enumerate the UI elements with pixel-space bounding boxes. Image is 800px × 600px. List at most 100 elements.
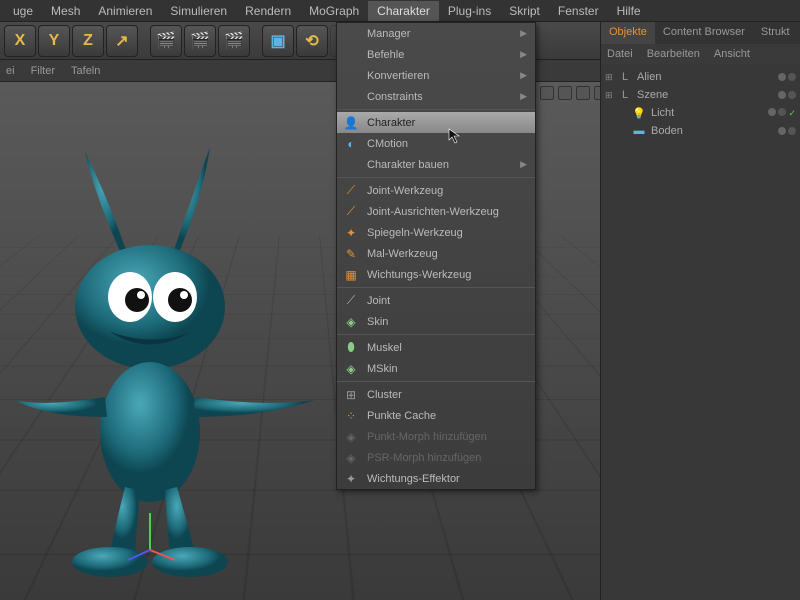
viewport-icon[interactable] — [540, 86, 554, 100]
menu-item-konvertieren[interactable]: Konvertieren▶ — [337, 65, 535, 86]
menu-item-icon: ⟋ — [343, 183, 359, 199]
tree-item-label: Licht — [651, 107, 674, 119]
axis-gizmo[interactable] — [120, 505, 180, 565]
visibility-dots[interactable] — [778, 91, 796, 99]
menu-skript[interactable]: Skript — [500, 1, 549, 21]
menu-item-cluster[interactable]: ⊞Cluster — [337, 384, 535, 405]
menu-item-skin[interactable]: ◈Skin — [337, 311, 535, 332]
visibility-dots[interactable]: ✓ — [768, 108, 796, 119]
menu-item-icon: ✎ — [343, 246, 359, 262]
subtab-ansicht[interactable]: Ansicht — [714, 48, 750, 60]
expand-icon[interactable]: ⊞ — [605, 72, 617, 83]
axis-z-button[interactable]: Z — [72, 25, 104, 57]
menu-item-icon: ⟋ — [343, 204, 359, 220]
render-button-2[interactable]: 🎬 — [184, 25, 216, 57]
tree-row-licht[interactable]: 💡Licht✓ — [605, 104, 796, 122]
menu-item-label: Joint — [367, 295, 390, 307]
menu-item-label: Joint-Werkzeug — [367, 185, 443, 197]
menu-item-icon: ⬮ — [343, 340, 359, 356]
menu-item-icon — [343, 26, 359, 42]
tab-content-browser[interactable]: Content Browser — [655, 22, 753, 44]
charakter-dropdown: Manager▶Befehle▶Konvertieren▶Constraints… — [336, 22, 536, 490]
menu-item-joint-werkzeug[interactable]: ⟋ Joint-Werkzeug — [337, 180, 535, 201]
menu-item-icon: ◈ — [343, 314, 359, 330]
visibility-dots[interactable] — [778, 73, 796, 81]
menu-item-label: Mal-Werkzeug — [367, 248, 438, 260]
menu-item-label: Cluster — [367, 389, 402, 401]
menu-item-manager[interactable]: Manager▶ — [337, 23, 535, 44]
menu-item-cmotion[interactable]: ◐CMotion — [337, 133, 535, 154]
menu-plug-ins[interactable]: Plug-ins — [439, 1, 500, 21]
tree-row-boden[interactable]: ▬Boden — [605, 122, 796, 140]
menu-item-icon: ▦ — [343, 267, 359, 283]
menu-item-muskel[interactable]: ⬮ Muskel — [337, 337, 535, 358]
menu-item-joint[interactable]: ⟋Joint — [337, 290, 535, 311]
menu-item-label: Punkte Cache — [367, 410, 436, 422]
subtab-datei[interactable]: Datei — [607, 48, 633, 60]
menu-animieren[interactable]: Animieren — [89, 1, 161, 21]
render-button-1[interactable]: 🎬 — [150, 25, 182, 57]
tree-item-icon: L — [617, 70, 633, 84]
menu-item-icon: ◈ — [343, 450, 359, 466]
menu-item-befehle[interactable]: Befehle▶ — [337, 44, 535, 65]
toolbar2-item[interactable]: ei — [6, 65, 15, 77]
menu-item-label: Spiegeln-Werkzeug — [367, 227, 463, 239]
tool-button[interactable]: ↗ — [106, 25, 138, 57]
tree-item-icon: L — [617, 88, 633, 102]
tree-row-szene[interactable]: ⊞L Szene — [605, 86, 796, 104]
tab-objekte[interactable]: Objekte — [601, 22, 655, 44]
menu-mesh[interactable]: Mesh — [42, 1, 89, 21]
menu-item-wichtungs-werkzeug[interactable]: ▦ Wichtungs-Werkzeug — [337, 264, 535, 285]
menu-item-icon: ◈ — [343, 429, 359, 445]
menu-item-constraints[interactable]: Constraints▶ — [337, 86, 535, 107]
spline-button[interactable]: ⟲ — [296, 25, 328, 57]
subtab-bearbeiten[interactable]: Bearbeiten — [647, 48, 700, 60]
menu-item-label: Charakter bauen — [367, 159, 449, 171]
menu-fenster[interactable]: Fenster — [549, 1, 608, 21]
menu-item-joint-ausrichten-werkzeug[interactable]: ⟋ Joint-Ausrichten-Werkzeug — [337, 201, 535, 222]
toolbar2-panels[interactable]: Tafeln — [71, 65, 100, 77]
menu-hilfe[interactable]: Hilfe — [608, 1, 650, 21]
menu-item-label: Joint-Ausrichten-Werkzeug — [367, 206, 499, 218]
menu-item-spiegeln-werkzeug[interactable]: ✦Spiegeln-Werkzeug — [337, 222, 535, 243]
menu-item-label: Charakter — [367, 117, 415, 129]
menu-item-icon — [343, 47, 359, 63]
tree-item-label: Szene — [637, 89, 668, 101]
axis-y-button[interactable]: Y — [38, 25, 70, 57]
menu-item-mskin[interactable]: ◈MSkin — [337, 358, 535, 379]
menu-item-wichtungs-effektor[interactable]: ✦Wichtungs-Effektor — [337, 468, 535, 489]
cube-button[interactable]: ▣ — [262, 25, 294, 57]
menu-charakter[interactable]: Charakter — [368, 1, 439, 21]
viewport-icon[interactable] — [558, 86, 572, 100]
expand-icon[interactable]: ⊞ — [605, 90, 617, 101]
viewport-icon[interactable] — [576, 86, 590, 100]
axis-x-button[interactable]: X — [4, 25, 36, 57]
menu-item-charakter[interactable]: 👤Charakter — [337, 112, 535, 133]
menu-rendern[interactable]: Rendern — [236, 1, 300, 21]
menu-item-charakter-bauen[interactable]: Charakter bauen ▶ — [337, 154, 535, 175]
panel-subtabs: Datei Bearbeiten Ansicht — [601, 44, 800, 64]
cursor-icon — [448, 128, 464, 144]
menu-item-mal-werkzeug[interactable]: ✎ Mal-Werkzeug — [337, 243, 535, 264]
visibility-dots[interactable] — [778, 127, 796, 135]
toolbar2-filter[interactable]: Filter — [31, 65, 55, 77]
menu-item-icon: ⁘ — [343, 408, 359, 424]
tree-item-label: Alien — [637, 71, 661, 83]
menu-item-label: Muskel — [367, 342, 402, 354]
menu-item-punkt-morph-hinzuf-gen: ◈Punkt-Morph hinzufügen — [337, 426, 535, 447]
menu-uge[interactable]: uge — [4, 1, 42, 21]
menu-mograph[interactable]: MoGraph — [300, 1, 368, 21]
menu-simulieren[interactable]: Simulieren — [161, 1, 236, 21]
menu-item-label: Wichtungs-Werkzeug — [367, 269, 471, 281]
viewport-icons — [540, 86, 608, 100]
menu-item-icon: ◈ — [343, 361, 359, 377]
tab-strukt[interactable]: Strukt — [753, 22, 798, 44]
tree-row-alien[interactable]: ⊞L Alien — [605, 68, 796, 86]
submenu-arrow-icon: ▶ — [520, 159, 527, 170]
menu-item-icon — [343, 89, 359, 105]
menu-item-punkte-cache[interactable]: ⁘ Punkte Cache — [337, 405, 535, 426]
submenu-arrow-icon: ▶ — [520, 70, 527, 81]
main-menubar: ugeMeshAnimierenSimulierenRendernMoGraph… — [0, 0, 800, 22]
render-button-3[interactable]: 🎬 — [218, 25, 250, 57]
submenu-arrow-icon: ▶ — [520, 91, 527, 102]
